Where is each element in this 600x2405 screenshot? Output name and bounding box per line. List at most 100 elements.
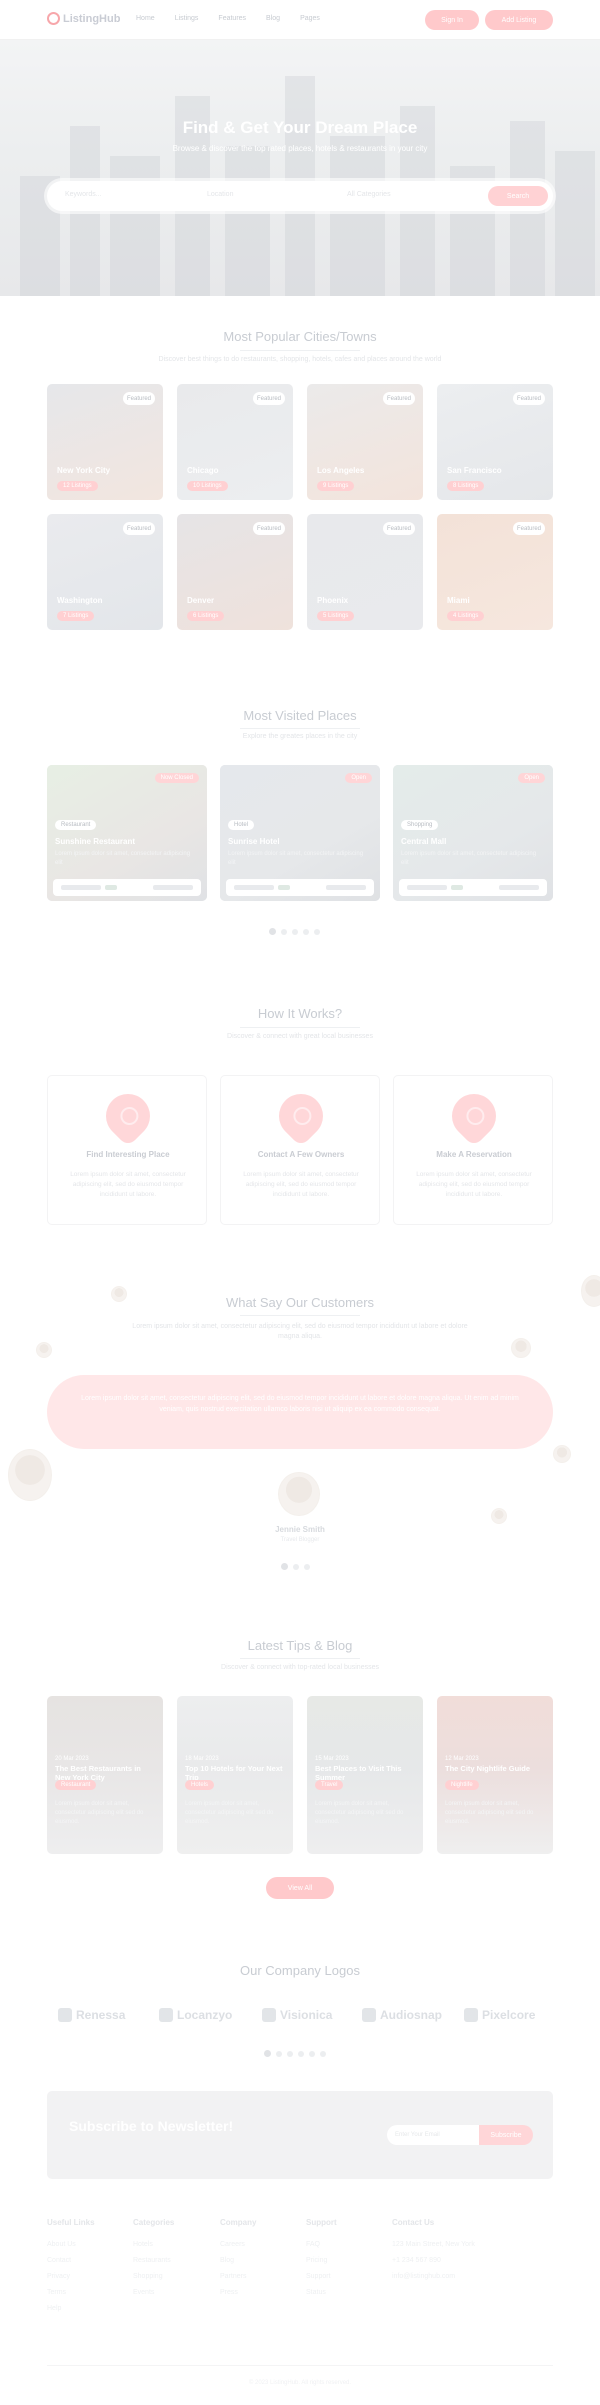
footer-link[interactable]: Contact [47,2257,95,2264]
city-name: Chicago [187,466,219,475]
footer-link[interactable]: FAQ [306,2241,337,2248]
footer-divider [47,2365,553,2366]
testimonial-quote: Lorem ipsum dolor sit amet, consectetur … [81,1395,519,1413]
footer-link[interactable]: Pricing [306,2257,337,2264]
blog-card[interactable]: 18 Mar 2023 Top 10 Hotels for Your Next … [177,1696,293,1854]
footer-column: Company Careers Blog Partners Press [220,2218,256,2305]
footer-link[interactable]: Partners [220,2273,256,2280]
place-footer [399,879,547,896]
testimonial-author-role: Travel Blogger [280,1537,320,1543]
footer-link[interactable]: Careers [220,2241,256,2248]
logo-icon [262,2008,276,2022]
blog-card[interactable]: 15 Mar 2023 Best Places to Visit This Su… [307,1696,423,1854]
footer-link[interactable]: Help [47,2305,95,2312]
logo-icon [464,2008,478,2022]
carousel-dot[interactable] [309,2051,315,2057]
step-card: Contact A Few Owners Lorem ipsum dolor s… [220,1075,380,1225]
place-footer [226,879,374,896]
city-listings-tag: 7 Listings [57,611,95,621]
location-input[interactable]: Location [207,191,233,198]
hero-title: Find & Get Your Dream Place [182,118,418,137]
footer-phone[interactable]: +1 234 567 890 [392,2257,552,2264]
subscribe-button[interactable]: Subscribe [479,2125,533,2145]
customer-avatar [8,1449,52,1501]
carousel-dot[interactable] [287,2051,293,2057]
nav-item-pages[interactable]: Pages [300,15,320,22]
status-badge: Now Closed [154,773,199,783]
place-footer [53,879,201,896]
place-name: Sunshine Restaurant [55,837,136,846]
status-badge: Open [345,773,372,783]
category-select[interactable]: All Categories [347,191,391,198]
city-card[interactable]: Featured Miami 4 Listings [437,514,553,630]
blog-card[interactable]: 12 Mar 2023 The City Nightlife Guide Nig… [437,1696,553,1854]
keyword-input[interactable]: Keywords... [65,191,102,198]
newsletter-email-input[interactable]: Enter Your Email [387,2125,479,2145]
city-card[interactable]: Featured Phoenix 5 Listings [307,514,423,630]
footer-link[interactable]: Terms [47,2289,95,2296]
nav-item-blog[interactable]: Blog [266,15,280,22]
footer-link[interactable]: Privacy [47,2273,95,2280]
site-logo[interactable]: ListingHub [47,12,120,25]
nav-item-home[interactable]: Home [136,15,155,22]
chat-icon [269,1084,333,1148]
place-card[interactable]: Open Shopping Central Mall Lorem ipsum d… [393,765,553,901]
footer-link[interactable]: Support [306,2273,337,2280]
carousel-dot[interactable] [293,1564,299,1570]
carousel-dot[interactable] [276,2051,282,2057]
popular-cities-title: Most Popular Cities/Towns [223,329,377,344]
newsletter-section: Subscribe to Newsletter! Enter Your Emai… [47,2091,553,2179]
place-name: Sunrise Hotel [228,837,280,846]
place-card[interactable]: Now Closed Restaurant Sunshine Restauran… [47,765,207,901]
category-tag: Hotel [228,820,255,830]
city-card[interactable]: Featured Washington 7 Listings [47,514,163,630]
footer-link[interactable]: Restaurants [133,2257,174,2264]
carousel-dot[interactable] [281,929,287,935]
company-logo[interactable]: Locanzyo [159,2008,232,2022]
newsletter-title: Subscribe to Newsletter! [69,2118,234,2134]
city-card[interactable]: Featured Denver 6 Listings [177,514,293,630]
footer-link[interactable]: Events [133,2289,174,2296]
blog-date: 15 Mar 2023 [315,1756,349,1762]
city-name: Phoenix [317,596,349,605]
add-listing-button[interactable]: Add Listing [485,10,553,30]
company-logo[interactable]: Renessa [58,2008,125,2022]
nav-item-listings[interactable]: Listings [175,15,199,22]
carousel-dot[interactable] [320,2051,326,2057]
footer-link[interactable]: Blog [220,2257,256,2264]
company-logo[interactable]: Audiosnap [362,2008,442,2022]
footer-address: 123 Main Street, New York [392,2241,475,2248]
blog-card[interactable]: 20 Mar 2023 The Best Restaurants in New … [47,1696,163,1854]
place-card[interactable]: Open Hotel Sunrise Hotel Lorem ipsum dol… [220,765,380,901]
footer-link[interactable]: Status [306,2289,337,2296]
carousel-dot-active[interactable] [269,928,276,935]
city-listings-tag: 6 Listings [187,611,225,621]
carousel-dot[interactable] [292,929,298,935]
company-logo[interactable]: Pixelcore [464,2008,535,2022]
carousel-dot-active[interactable] [281,1563,288,1570]
city-card[interactable]: Featured Los Angeles 9 Listings [307,384,423,500]
carousel-dot[interactable] [298,2051,304,2057]
footer-link[interactable]: About Us [47,2241,95,2248]
carousel-dot[interactable] [303,929,309,935]
city-card[interactable]: Featured Chicago 10 Listings [177,384,293,500]
footer-link[interactable]: Hotels [133,2241,174,2248]
footer-column: Support FAQ Pricing Support Status [306,2218,337,2305]
city-card[interactable]: Featured San Francisco 8 Listings [437,384,553,500]
carousel-dot[interactable] [314,929,320,935]
nav-item-features[interactable]: Features [218,15,246,22]
step-card: Make A Reservation Lorem ipsum dolor sit… [393,1075,553,1225]
company-logo[interactable]: Visionica [262,2008,332,2022]
search-button[interactable]: Search [488,186,548,206]
signin-button[interactable]: Sign In [425,10,479,30]
footer-email[interactable]: info@listinghub.com [392,2273,552,2280]
carousel-dot[interactable] [304,1564,310,1570]
carousel-dot-active[interactable] [264,2050,271,2057]
section-divider [240,1315,360,1316]
footer-link[interactable]: Press [220,2289,256,2296]
footer-link[interactable]: Shopping [133,2273,174,2280]
view-all-blog-button[interactable]: View All [266,1877,334,1899]
footer-column: Contact Us 123 Main Street, New York +1 … [392,2218,552,2289]
featured-badge: Featured [513,392,545,405]
city-card[interactable]: Featured New York City 12 Listings [47,384,163,500]
